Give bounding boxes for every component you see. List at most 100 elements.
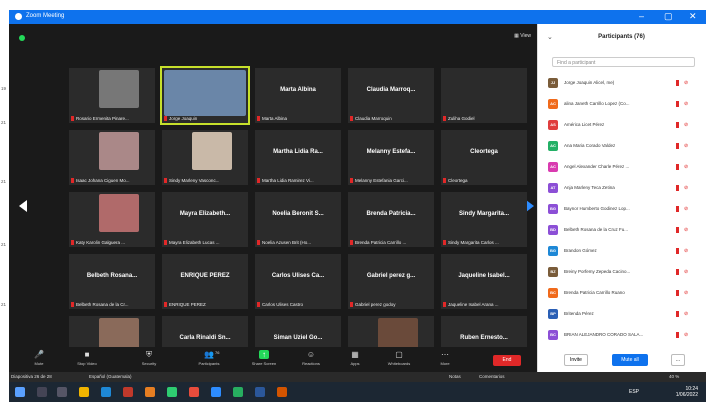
participant-tile[interactable]: Noelia Beronit S... Noelia Azusen Brit (H… <box>255 192 341 247</box>
participant-tile[interactable]: Melanny Estefa... Melanny Estefania Garci… <box>348 130 434 185</box>
video-off-icon[interactable]: ⊘ <box>684 248 688 254</box>
excel-icon[interactable] <box>233 387 243 397</box>
participant-tile[interactable]: Mayra Elizabeth... Mayra Elizabeth Lucas … <box>162 192 248 247</box>
muted-microphone-icon[interactable] <box>676 290 679 296</box>
video-off-icon[interactable]: ⊘ <box>684 80 688 86</box>
view-button[interactable]: ▦ View <box>514 33 531 39</box>
muted-microphone-icon[interactable] <box>676 185 679 191</box>
participant-list-item[interactable]: BC Brenda Patricia Carrillo Ruano ⊘ <box>548 286 700 300</box>
task-view-icon[interactable] <box>57 387 67 397</box>
participant-tile[interactable]: Jaqueline Isabel... Jaqueline Isabel Aran… <box>441 254 527 309</box>
participant-list-item[interactable]: AS América Licet Pérez ⊘ <box>548 118 700 132</box>
participant-tile[interactable]: Cleortega Cleortega <box>441 130 527 185</box>
language-status[interactable]: Español (Guatemala) <box>89 374 132 379</box>
participant-tile[interactable]: Sindy Marleny Vasconc... <box>162 130 248 185</box>
edge-icon[interactable] <box>101 387 111 397</box>
windows-start-icon[interactable] <box>15 387 25 397</box>
maximize-icon[interactable]: ▢ <box>664 11 673 22</box>
mute-all-button[interactable]: Mute all <box>612 354 648 366</box>
video-off-icon[interactable]: ⊘ <box>684 122 688 128</box>
video-off-icon[interactable]: ⊘ <box>684 227 688 233</box>
muted-microphone-icon <box>257 302 260 307</box>
participant-search-input[interactable]: Find a participant <box>552 57 695 67</box>
muted-microphone-icon[interactable] <box>676 164 679 170</box>
participant-tile[interactable]: Claudia Marroq... Claudia Marroquin <box>348 68 434 123</box>
muted-microphone-icon[interactable] <box>676 101 679 107</box>
muted-microphone-icon[interactable] <box>676 227 679 233</box>
muted-microphone-icon[interactable] <box>676 143 679 149</box>
app-icon[interactable] <box>277 387 287 397</box>
toolbar-whiteboards-button[interactable]: ▢ Whiteboards <box>379 350 419 366</box>
participant-tile[interactable]: Marta Albina Marta Albina <box>255 68 341 123</box>
muted-microphone-icon[interactable] <box>676 122 679 128</box>
toolbar-security-button[interactable]: ⛨ Security <box>129 350 169 366</box>
participant-tile[interactable]: Zuliha Godiel <box>441 68 527 123</box>
video-off-icon[interactable]: ⊘ <box>684 269 688 275</box>
video-off-icon[interactable]: ⊘ <box>684 290 688 296</box>
invite-button[interactable]: Invite <box>564 354 588 366</box>
participant-list-item[interactable]: AC alina Janeth Carrillo Lopez (Co... ⊘ <box>548 97 700 111</box>
muted-microphone-icon[interactable] <box>676 311 679 317</box>
toolbar-participants-button[interactable]: 👥 Participants 76 <box>189 350 229 366</box>
app-icon[interactable] <box>167 387 177 397</box>
video-off-icon[interactable]: ⊘ <box>684 185 688 191</box>
shield-icon[interactable] <box>19 35 25 41</box>
word-icon[interactable] <box>255 387 265 397</box>
comments-button[interactable]: Comentarios <box>479 374 505 379</box>
previous-page-icon[interactable] <box>19 200 27 212</box>
participant-list-item[interactable]: JJ Jorge Joaquin Alicel, me) ⊘ <box>548 76 700 90</box>
participant-tile[interactable]: ENRIQUE PEREZ ENRIQUE PEREZ <box>162 254 248 309</box>
powerpoint-icon[interactable] <box>145 387 155 397</box>
participant-list-item[interactable]: AC Ana Maria Corado Valdez ⊘ <box>548 139 700 153</box>
participant-tile[interactable]: Martha Lidia Ra... Martha Lidia Ramirez V… <box>255 130 341 185</box>
participant-tile[interactable]: Belbeth Rosana... Belbeth Rosana de la Cr… <box>69 254 155 309</box>
app-icon[interactable] <box>123 387 133 397</box>
participant-list-item[interactable]: BG Baynor Humberto Godinez Lop... ⊘ <box>548 202 700 216</box>
toolbar-stop-video-button[interactable]: ■ Stop Video <box>67 350 107 366</box>
file-explorer-icon[interactable] <box>79 387 89 397</box>
participant-tile[interactable]: Gabriel perez g... Gabriel perez godoy <box>348 254 434 309</box>
zoom-icon[interactable] <box>211 387 221 397</box>
video-off-icon[interactable]: ⊘ <box>684 332 688 338</box>
muted-microphone-icon[interactable] <box>676 248 679 254</box>
chrome-icon[interactable] <box>189 387 199 397</box>
participant-tile[interactable]: Brenda Patricia... Brenda Patricia Carril… <box>348 192 434 247</box>
video-off-icon[interactable]: ⊘ <box>684 311 688 317</box>
notes-button[interactable]: Notas <box>449 374 461 379</box>
participant-list-item[interactable]: BZ Breiny Porfemy Zepeda Cacino... ⊘ <box>548 265 700 279</box>
video-off-icon[interactable]: ⊘ <box>684 143 688 149</box>
muted-microphone-icon[interactable] <box>676 332 679 338</box>
muted-microphone-icon[interactable] <box>676 269 679 275</box>
participant-tile[interactable]: Isaac Johana Ciguen Mo... <box>69 130 155 185</box>
video-off-icon[interactable]: ⊘ <box>684 206 688 212</box>
next-page-icon[interactable] <box>526 200 534 212</box>
video-off-icon[interactable]: ⊘ <box>684 164 688 170</box>
video-off-icon[interactable]: ⊘ <box>684 101 688 107</box>
zoom-level[interactable]: 40 % <box>669 374 679 379</box>
toolbar-share-screen-button[interactable]: ↑ Share Screen <box>244 350 284 366</box>
muted-microphone-icon[interactable] <box>676 80 679 86</box>
participant-tile[interactable]: Rosario Ermenita Pinare... <box>69 68 155 123</box>
participant-list-item[interactable]: BC BRIAN ALEJANDRO CORADO SALA... ⊘ <box>548 328 700 342</box>
minimize-icon[interactable]: – <box>639 11 644 21</box>
participant-tile[interactable]: Jorge Joaquin <box>160 66 250 125</box>
participant-list-item[interactable]: BD Belbeth Rosana de la Cruz Fu... ⊘ <box>548 223 700 237</box>
participant-tile[interactable]: Katy Karolin Galguera ... <box>69 192 155 247</box>
muted-microphone-icon[interactable] <box>676 206 679 212</box>
more-options-button[interactable]: ... <box>671 354 685 366</box>
participant-list-item[interactable]: AT Anja Marleny Teca Zetina ⊘ <box>548 181 700 195</box>
toolbar-reactions-button[interactable]: ☺ Reactions <box>291 350 331 366</box>
participant-list-item[interactable]: AC Angel Alexander Charle Pérez ... ⊘ <box>548 160 700 174</box>
participant-list-item[interactable]: BP Britenda Pérez ⊘ <box>548 307 700 321</box>
end-button[interactable]: End <box>493 355 521 366</box>
participant-tile[interactable]: Sindy Margarita... Sindy Margarita Carlos… <box>441 192 527 247</box>
toolbar-more-button[interactable]: ⋯ More <box>425 350 465 366</box>
search-icon[interactable] <box>37 387 47 397</box>
participant-tile[interactable]: Carlos Ulises Ca... Carlos Ulises Castro <box>255 254 341 309</box>
participant-list-item[interactable]: BG Brandon Gómez ⊘ <box>548 244 700 258</box>
close-icon[interactable]: ✕ <box>689 11 697 22</box>
toolbar-mute-button[interactable]: 🎤 Mute <box>19 350 59 366</box>
system-clock[interactable]: 10:24 1/06/2022 <box>676 386 698 398</box>
toolbar-apps-button[interactable]: ▦ Apps <box>335 350 375 366</box>
keyboard-language[interactable]: ESP <box>629 389 639 395</box>
